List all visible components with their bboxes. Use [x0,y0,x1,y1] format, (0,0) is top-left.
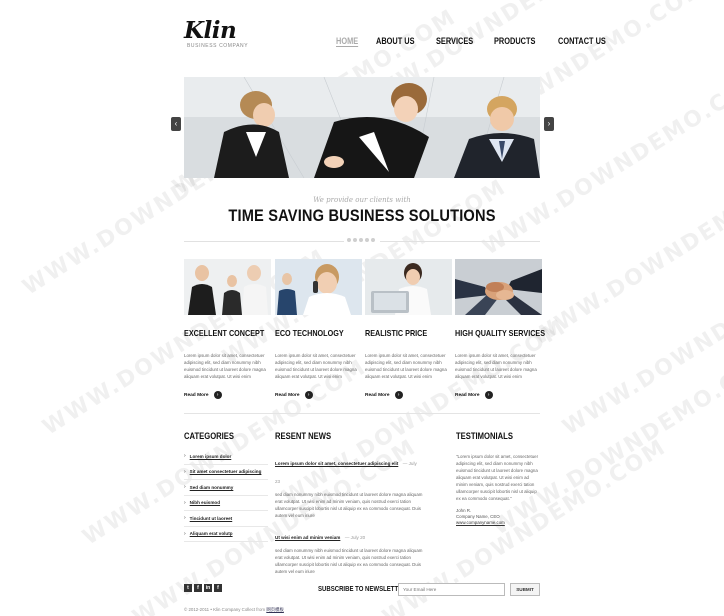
arrow-right-icon: › [394,391,403,399]
testimonial-link[interactable]: www.companyname.com [456,520,505,525]
chevron-left-icon: ‹ [174,119,178,128]
section-divider [184,413,540,414]
copyright: © 2012-2011 • Klin Company Collect from … [184,607,284,613]
testimonial-quote: "Lorem ipsum dolor sit amet, consectetue… [456,454,539,501]
read-more-link[interactable]: Read More › [184,391,273,399]
news-date: — July 20 [344,535,366,540]
chevron-right-icon: › [547,119,551,128]
category-link[interactable]: Nibh euismod [190,500,220,505]
news-heading: RESENT NEWS [275,431,332,441]
category-item[interactable]: › Nibh euismod [184,496,268,511]
arrow-right-icon: › [304,391,313,399]
arrow-right-icon: › [484,391,493,399]
watermark-text: WWW.DOWNDEMO.COM [528,154,724,351]
read-more-link[interactable]: Read More › [275,391,363,399]
category-item[interactable]: › Aliquam erat volutp [184,527,268,542]
category-link[interactable]: Tincidunt ut laoreet [190,516,233,521]
feature-title: EXCELLENT CONCEPT [184,328,265,338]
feature-text: Lorem ipsum dolor sit amet, consectetuer… [275,353,357,379]
categories-heading: CATEGORIES [184,431,235,441]
feature-image [365,259,452,315]
read-more-label: Read More [365,392,390,398]
category-link[interactable]: Aliquam erat volutp [190,531,233,536]
read-more-link[interactable]: Read More › [455,391,544,399]
category-item[interactable]: › Sit amet consectetuer adipiscing [184,465,268,480]
testimonials-heading: TESTIMONIALS [456,431,513,441]
chevron-right-icon: › [184,468,186,475]
copyright-link[interactable]: 网页模板 [266,607,284,612]
feature-image [275,259,362,315]
copyright-text: © 2012-2011 • Klin Company Collect from [184,607,266,612]
chevron-right-icon: › [184,484,186,491]
chevron-right-icon: › [184,530,186,537]
feature-title: ECO TECHNOLOGY [275,328,344,338]
category-item[interactable]: › Sed diam nonummy [184,480,268,496]
feature-text: Lorem ipsum dolor sit amet, consectetuer… [365,353,447,379]
chevron-right-icon: › [184,499,186,506]
flickr-icon[interactable]: f [214,584,222,592]
feature-image [184,259,271,315]
nav-home[interactable]: HOME [336,36,359,47]
feature-card: HIGH QUALITY SERVICES Lorem ipsum dolor … [455,259,546,399]
nav-about-us[interactable]: ABOUT US [376,36,415,47]
news-body: sed diam nonummy nibh euismod tincidunt … [275,548,423,574]
slider-next-button[interactable]: › [544,117,554,131]
news-item: Lorem ipsum dolor sit amet, consectetuer… [275,452,423,519]
testimonial-author: John R. Company Name, CEO www.companynam… [456,508,540,526]
feature-card: ECO TECHNOLOGY Lorem ipsum dolor sit ame… [275,259,363,399]
facebook-icon[interactable]: f [194,584,202,592]
newsletter-submit-button[interactable]: SUBMIT [510,583,540,596]
chevron-right-icon: › [184,515,186,522]
twitter-icon[interactable]: t [184,584,192,592]
watermark-text: WWW.DOWNDEMO.COM [558,244,724,441]
logo[interactable]: Klin BUSINESS COMPANY [184,17,249,49]
nav-services[interactable]: SERVICES [436,36,473,47]
tagline-heading: TIME SAVING BUSINESS SOLUTIONS [228,206,496,225]
read-more-label: Read More [275,392,300,398]
read-more-label: Read More [184,392,209,398]
feature-title: HIGH QUALITY SERVICES [455,328,546,338]
social-links: t f in f [184,584,222,592]
slider-prev-button[interactable]: ‹ [171,117,181,131]
categories-list: › Lorem ipsum dolor › Sit amet consectetue… [184,449,268,542]
category-item[interactable]: › Tincidunt ut laoreet [184,511,268,527]
category-link[interactable]: Sed diam nonummy [190,485,234,490]
news-body: sed diam nonummy nibh euismod tincidunt … [275,492,423,518]
news-list: Lorem ipsum dolor sit amet, consectetuer… [275,452,423,575]
news-item: Ut wisi enim ad minim veniam — July 20 s… [275,526,423,575]
features-row: EXCELLENT CONCEPT Lorem ipsum dolor sit … [184,259,546,399]
read-more-link[interactable]: Read More › [365,391,453,399]
newsletter-label: SUBSCRIBE TO NEWSLETTER: [318,586,409,593]
newsletter-email-input[interactable] [398,583,505,596]
logo-subtitle: BUSINESS COMPANY [187,43,249,49]
feature-card: EXCELLENT CONCEPT Lorem ipsum dolor sit … [184,259,273,399]
nav-contact-us[interactable]: CONTACT US [558,36,606,47]
news-headline-link[interactable]: Lorem ipsum dolor sit amet, consectetuer… [275,461,398,466]
read-more-label: Read More [455,392,480,398]
feature-text: Lorem ipsum dolor sit amet, consectetuer… [455,353,537,379]
main-nav: HOME ABOUT US SERVICES PRODUCTS CONTACT … [336,36,629,47]
hero-slider-image [184,77,540,178]
feature-title: REALISTIC PRICE [365,328,428,338]
logo-title: Klin [184,17,237,44]
linkedin-icon[interactable]: in [204,584,212,592]
news-headline-link[interactable]: Ut wisi enim ad minim veniam [275,535,340,540]
feature-card: REALISTIC PRICE Lorem ipsum dolor sit am… [365,259,453,399]
category-link[interactable]: Sit amet consectetuer adipiscing [190,469,262,474]
tagline-intro: We provide our clients with [313,196,411,204]
decorative-divider [184,237,540,245]
category-item[interactable]: › Lorem ipsum dolor [184,449,268,465]
category-link[interactable]: Lorem ipsum dolor [190,454,232,459]
testimonial: "Lorem ipsum dolor sit amet, consectetue… [456,453,540,526]
feature-text: Lorem ipsum dolor sit amet, consectetuer… [184,353,266,379]
arrow-right-icon: › [213,391,222,399]
chevron-right-icon: › [184,453,186,460]
nav-products[interactable]: PRODUCTS [494,36,535,47]
feature-image [455,259,542,315]
